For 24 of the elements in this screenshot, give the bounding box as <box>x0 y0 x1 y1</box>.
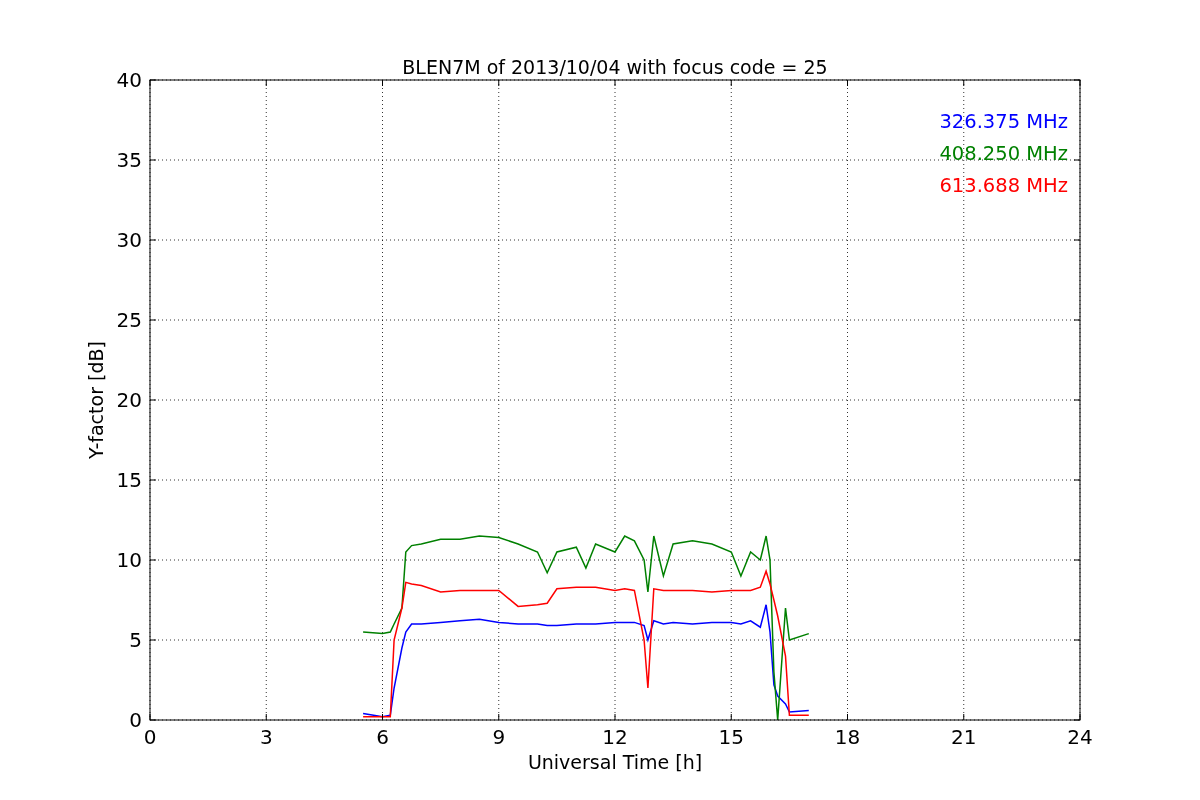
y-tick-label: 20 <box>116 388 142 412</box>
x-axis-label: Universal Time [h] <box>527 751 703 773</box>
y-tick-label: 30 <box>116 228 142 252</box>
x-tick-label: 3 <box>259 725 273 749</box>
x-tick-label: 6 <box>376 725 389 749</box>
y-tick-label: 40 <box>116 68 142 92</box>
x-tick-label: 21 <box>951 725 977 749</box>
x-tick-label: 15 <box>718 725 744 749</box>
y-tick-label: 10 <box>116 548 142 572</box>
x-tick-label: 9 <box>492 725 506 749</box>
x-tick-label: 0 <box>143 725 157 749</box>
y-tick-label: 15 <box>116 468 142 492</box>
y-tick-label: 25 <box>116 308 142 332</box>
legend-label: 326.375 MHz <box>939 110 1068 133</box>
y-axis-label: Y-factor [dB] <box>85 341 107 459</box>
x-tick-label: 12 <box>602 725 628 749</box>
y-tick-label: 35 <box>116 148 142 172</box>
legend-label: 613.688 MHz <box>939 174 1068 197</box>
x-tick-label: 24 <box>1067 725 1093 749</box>
y-tick-label: 0 <box>129 708 142 732</box>
chart-title: BLEN7M of 2013/10/04 with focus code = 25 <box>402 56 828 78</box>
x-tick-label: 18 <box>834 725 861 749</box>
legend-label: 408.250 MHz <box>939 142 1068 165</box>
y-tick-label: 5 <box>129 628 142 652</box>
